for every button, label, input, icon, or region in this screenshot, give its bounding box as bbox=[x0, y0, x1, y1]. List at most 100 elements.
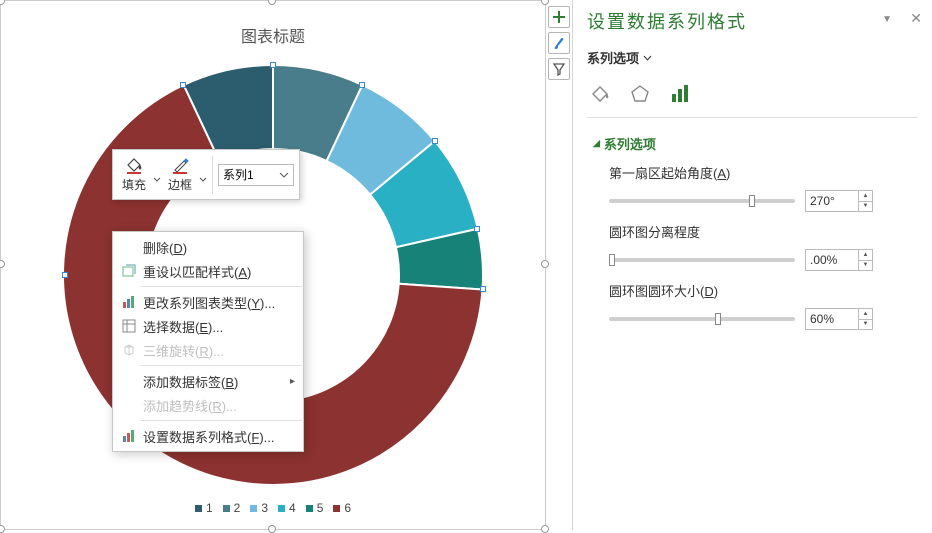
legend-item[interactable]: 5 bbox=[306, 501, 324, 515]
paint-bucket-icon bbox=[124, 156, 144, 174]
menu-reset-to-match-style[interactable]: 重设以匹配样式(A) bbox=[113, 259, 303, 283]
close-button[interactable]: ✕ bbox=[910, 10, 922, 27]
chart-title[interactable]: 图表标题 bbox=[1, 23, 545, 47]
select-data-icon bbox=[119, 319, 139, 333]
spin-down[interactable]: ▼ bbox=[859, 261, 872, 271]
pane-title: 设置数据系列格式 bbox=[587, 8, 918, 34]
legend-item[interactable]: 4 bbox=[278, 501, 296, 515]
spin-up[interactable]: ▲ bbox=[859, 191, 872, 202]
plus-icon bbox=[552, 10, 566, 24]
chart-styles-button[interactable] bbox=[548, 32, 570, 54]
resize-handle[interactable] bbox=[0, 525, 5, 533]
angle-input[interactable]: 270° ▲▼ bbox=[805, 190, 873, 212]
chart-tools-strip bbox=[546, 0, 572, 530]
series-selector[interactable]: 系列1 bbox=[218, 164, 294, 186]
format-data-series-pane: ▼ ✕ 设置数据系列格式 系列选项 系列选项 第一扇区起始角度(A) 270° … bbox=[572, 0, 932, 530]
legend-swatch bbox=[278, 505, 285, 512]
resize-handle[interactable] bbox=[0, 260, 5, 268]
paint-bucket-icon bbox=[589, 83, 611, 105]
pane-options-dropdown[interactable]: ▼ bbox=[882, 14, 892, 25]
fill-button[interactable]: 填充 bbox=[118, 154, 150, 195]
brush-icon bbox=[552, 36, 566, 50]
menu-change-chart-type[interactable]: 更改系列图表类型(Y)... bbox=[113, 290, 303, 314]
menu-label: 添加数据标签(B) bbox=[143, 372, 238, 391]
chart-filters-button[interactable] bbox=[548, 58, 570, 80]
context-menu: 删除(D) 重设以匹配样式(A) 更改系列图表类型(Y)... 选择数据(E).… bbox=[112, 231, 304, 452]
spin-down[interactable]: ▼ bbox=[859, 202, 872, 212]
field-first-slice-angle: 第一扇区起始角度(A) 270° ▲▼ bbox=[609, 163, 918, 212]
slider-thumb[interactable] bbox=[715, 313, 721, 325]
datapoint-handle[interactable] bbox=[180, 82, 186, 88]
chart-object[interactable]: 图表标题 1 2 3 4 5 6 bbox=[0, 0, 546, 530]
tab-series-options[interactable] bbox=[667, 81, 693, 107]
chart-type-icon bbox=[119, 295, 139, 309]
chevron-down-icon bbox=[279, 172, 289, 178]
menu-format-data-series[interactable]: 设置数据系列格式(F)... bbox=[113, 424, 303, 448]
resize-handle[interactable] bbox=[0, 0, 5, 5]
legend-item[interactable]: 3 bbox=[250, 501, 268, 515]
chevron-down-icon bbox=[643, 55, 652, 61]
legend-swatch bbox=[223, 505, 230, 512]
datapoint-handle[interactable] bbox=[474, 226, 480, 232]
dropdown-icon[interactable] bbox=[153, 166, 161, 184]
menu-delete[interactable]: 删除(D) bbox=[113, 235, 303, 259]
hole-size-slider[interactable] bbox=[609, 317, 795, 321]
outline-button[interactable]: 边框 bbox=[164, 154, 196, 195]
format-tabs bbox=[587, 81, 918, 107]
input-value[interactable]: .00% bbox=[806, 250, 858, 270]
resize-handle[interactable] bbox=[541, 525, 549, 533]
series-options-dropdown[interactable]: 系列选项 bbox=[587, 48, 918, 67]
legend-label: 3 bbox=[261, 501, 268, 515]
legend-item[interactable]: 6 bbox=[333, 501, 351, 515]
separator bbox=[141, 286, 302, 287]
separator bbox=[141, 365, 302, 366]
field-label: 圆环图圆环大小(D) bbox=[609, 281, 918, 300]
legend-swatch bbox=[250, 505, 257, 512]
hole-size-input[interactable]: 60% ▲▼ bbox=[805, 308, 873, 330]
legend-item[interactable]: 1 bbox=[195, 501, 213, 515]
datapoint-handle[interactable] bbox=[62, 272, 68, 278]
legend-label: 2 bbox=[234, 501, 241, 515]
datapoint-handle[interactable] bbox=[432, 138, 438, 144]
explosion-input[interactable]: .00% ▲▼ bbox=[805, 249, 873, 271]
section-label: 系列选项 bbox=[604, 134, 656, 153]
legend-item[interactable]: 2 bbox=[223, 501, 241, 515]
resize-handle[interactable] bbox=[268, 525, 276, 533]
bar-chart-icon bbox=[669, 83, 691, 105]
spin-down[interactable]: ▼ bbox=[859, 320, 872, 330]
chart-elements-button[interactable] bbox=[548, 6, 570, 28]
angle-slider[interactable] bbox=[609, 199, 795, 203]
mini-toolbar: 填充 边框 系列1 bbox=[112, 149, 300, 200]
funnel-icon bbox=[552, 62, 566, 76]
legend-label: 1 bbox=[206, 501, 213, 515]
datapoint-handle[interactable] bbox=[480, 286, 486, 292]
format-series-icon bbox=[119, 429, 139, 443]
cube-icon bbox=[119, 343, 139, 357]
resize-handle[interactable] bbox=[268, 0, 276, 5]
datapoint-handle[interactable] bbox=[359, 82, 365, 88]
slider-thumb[interactable] bbox=[749, 195, 755, 207]
datapoint-handle[interactable] bbox=[270, 62, 276, 68]
field-doughnut-explosion: 圆环图分离程度 .00% ▲▼ bbox=[609, 222, 918, 271]
input-value[interactable]: 270° bbox=[806, 191, 858, 211]
fill-label: 填充 bbox=[122, 176, 146, 193]
menu-label: 重设以匹配样式(A) bbox=[143, 262, 251, 281]
legend-swatch bbox=[195, 505, 202, 512]
tab-effects[interactable] bbox=[627, 81, 653, 107]
separator bbox=[141, 420, 302, 421]
explosion-slider[interactable] bbox=[609, 258, 795, 262]
resize-handle[interactable] bbox=[541, 260, 549, 268]
slider-thumb[interactable] bbox=[609, 254, 615, 266]
legend-swatch bbox=[306, 505, 313, 512]
dropdown-icon[interactable] bbox=[199, 166, 207, 184]
pane-subtitle-label: 系列选项 bbox=[587, 48, 639, 67]
spin-up[interactable]: ▲ bbox=[859, 309, 872, 320]
menu-add-data-labels[interactable]: 添加数据标签(B) ▸ bbox=[113, 369, 303, 393]
chart-legend[interactable]: 1 2 3 4 5 6 bbox=[1, 501, 545, 515]
section-series-options[interactable]: 系列选项 bbox=[593, 134, 918, 153]
menu-label: 设置数据系列格式(F)... bbox=[143, 427, 274, 446]
menu-select-data[interactable]: 选择数据(E)... bbox=[113, 314, 303, 338]
spin-up[interactable]: ▲ bbox=[859, 250, 872, 261]
input-value[interactable]: 60% bbox=[806, 309, 858, 329]
tab-fill-line[interactable] bbox=[587, 81, 613, 107]
